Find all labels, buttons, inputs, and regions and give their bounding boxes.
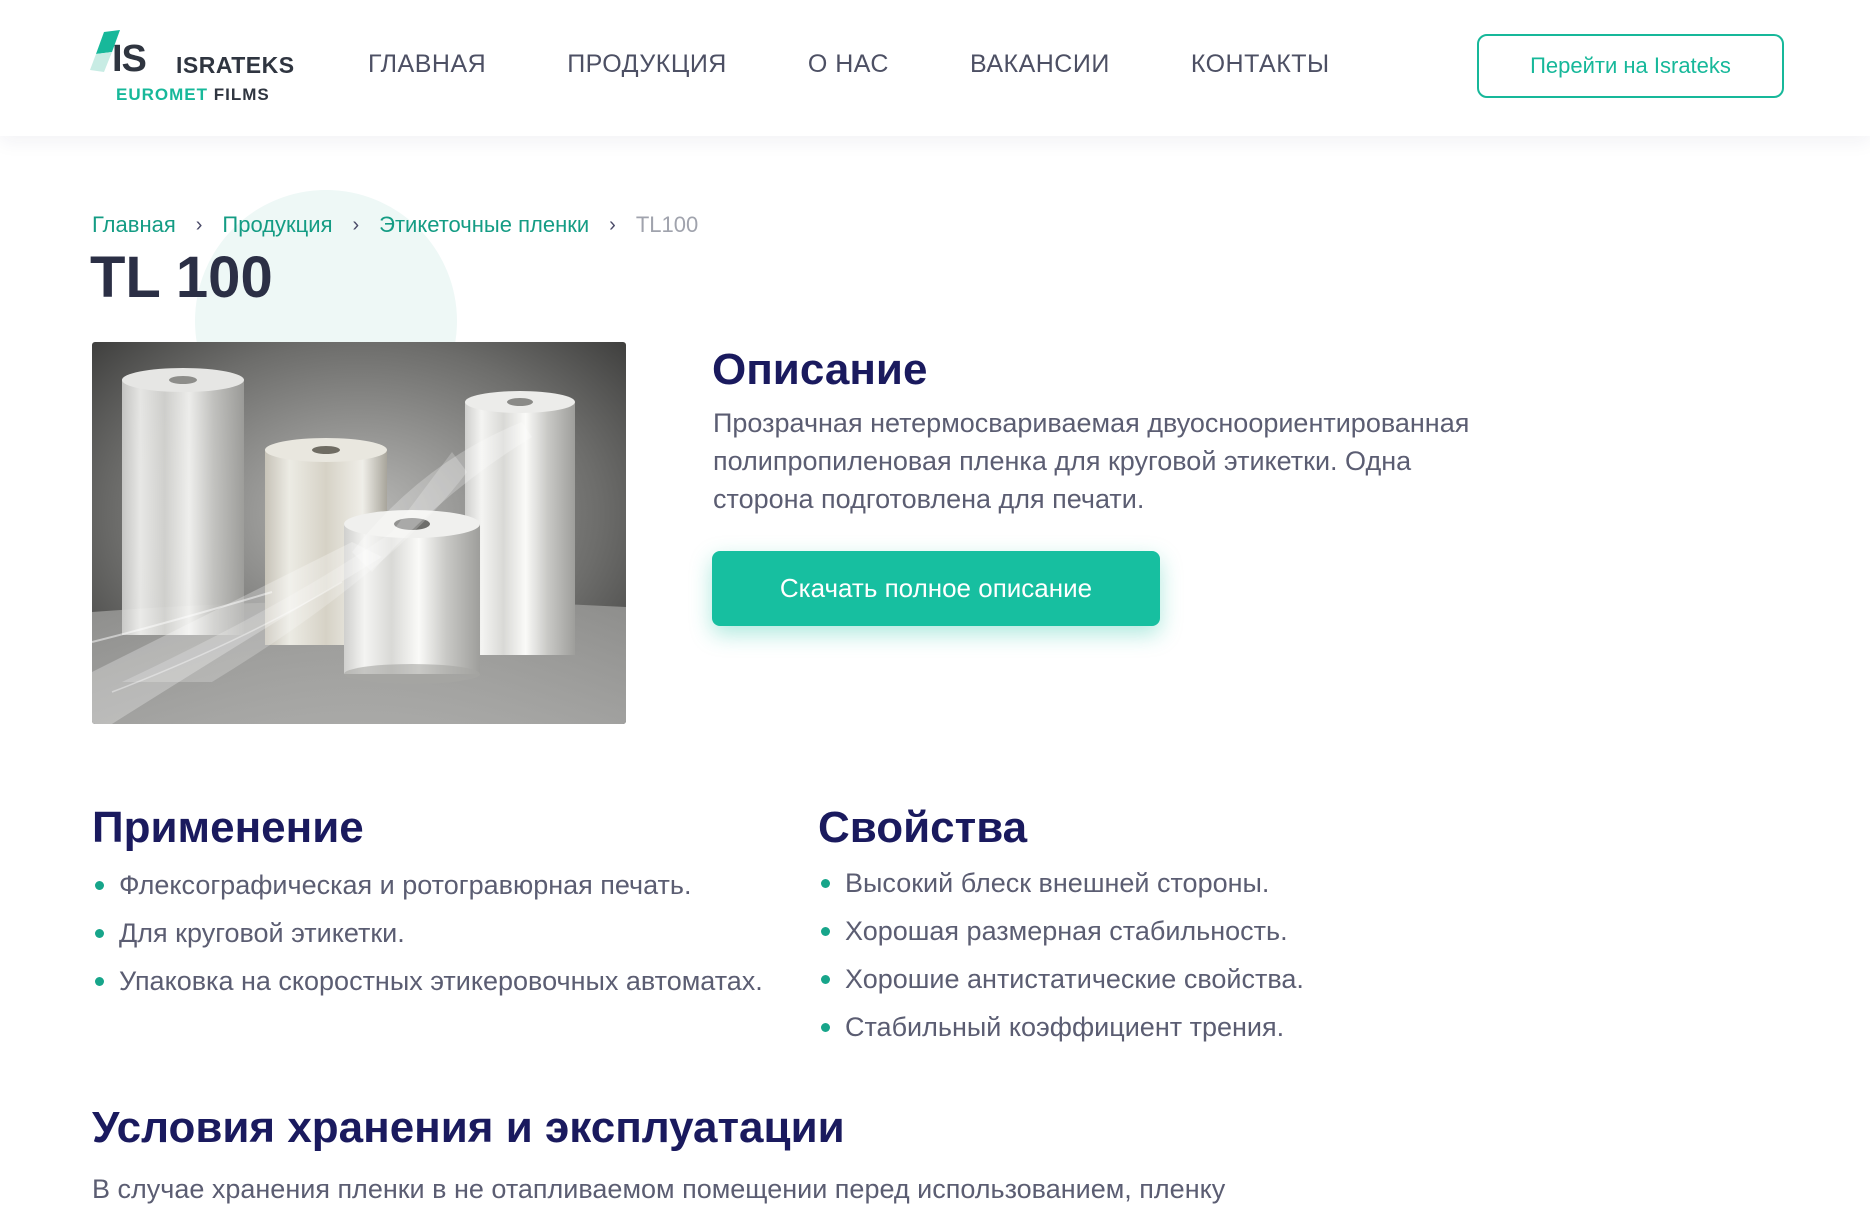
description-text: Прозрачная нетермосвариваемая двуосноори… (713, 404, 1613, 518)
properties-title: Свойства (818, 803, 1028, 852)
chevron-right-icon: › (195, 213, 203, 236)
nav-item-home[interactable]: ГЛАВНАЯ (368, 50, 486, 79)
description-line: сторона подготовлена для печати. (713, 484, 1145, 514)
go-to-israteks-button[interactable]: Перейти на Israteks (1477, 34, 1784, 98)
logo-sub-dark: FILMS (213, 85, 270, 104)
chevron-right-icon: › (609, 213, 616, 236)
breadcrumb-current: TL100 (635, 212, 699, 237)
breadcrumb: Главная › Продукция › Этикеточные пленки… (92, 212, 698, 238)
film-rolls-illustration (92, 342, 626, 724)
page-title: TL 100 (90, 245, 273, 310)
list-item: Для круговой этикетки. (93, 916, 773, 950)
logo-subtitle: EUROMET FILMS (116, 85, 270, 105)
company-logo[interactable]: IS ISRATEKS EUROMET FILMS (90, 30, 294, 110)
storage-title: Условия хранения и эксплуатации (92, 1103, 845, 1152)
nav-item-products[interactable]: ПРОДУКЦИЯ (567, 50, 727, 79)
logo-name: ISRATEKS (176, 52, 295, 78)
breadcrumb-link-home[interactable]: Главная (92, 212, 176, 238)
list-item: Упаковка на скоростных этикеровочных авт… (93, 964, 773, 998)
description-line: Прозрачная нетермосвариваемая двуосноори… (713, 408, 1470, 438)
main-nav: ГЛАВНАЯ ПРОДУКЦИЯ О НАС ВАКАНСИИ КОНТАКТ… (368, 50, 1330, 79)
nav-item-about[interactable]: О НАС (808, 50, 889, 79)
list-item: Стабильный коэффициент трения. (819, 1010, 1519, 1044)
logo-sub-green: EUROMET (116, 85, 208, 104)
download-description-button[interactable]: Скачать полное описание (712, 551, 1160, 626)
storage-text: В случае хранения пленки в не отапливаем… (92, 1174, 1226, 1204)
list-item: Высокий блеск внешней стороны. (819, 866, 1519, 900)
list-item: Хорошая размерная стабильность. (819, 914, 1519, 948)
list-item: Хорошие антистатические свойства. (819, 962, 1519, 996)
application-title: Применение (92, 803, 364, 852)
site-header: IS ISRATEKS EUROMET FILMS ГЛАВНАЯ ПРОДУК… (0, 0, 1870, 136)
description-title: Описание (712, 345, 928, 394)
list-item: Флексографическая и ротогравюрная печать… (93, 868, 773, 902)
application-list: Флексографическая и ротогравюрная печать… (93, 868, 773, 1012)
product-image (92, 342, 626, 724)
breadcrumb-link-products[interactable]: Продукция (222, 212, 332, 238)
logo-is-text: IS (112, 38, 147, 80)
nav-item-vacancies[interactable]: ВАКАНСИИ (970, 50, 1110, 79)
description-line: полипропиленовая пленка для круговой эти… (713, 446, 1412, 476)
chevron-right-icon: › (352, 213, 360, 236)
breadcrumb-link-label-films[interactable]: Этикеточные пленки (379, 212, 589, 238)
nav-item-contacts[interactable]: КОНТАКТЫ (1191, 50, 1330, 79)
properties-list: Высокий блеск внешней стороны. Хорошая р… (819, 866, 1519, 1058)
